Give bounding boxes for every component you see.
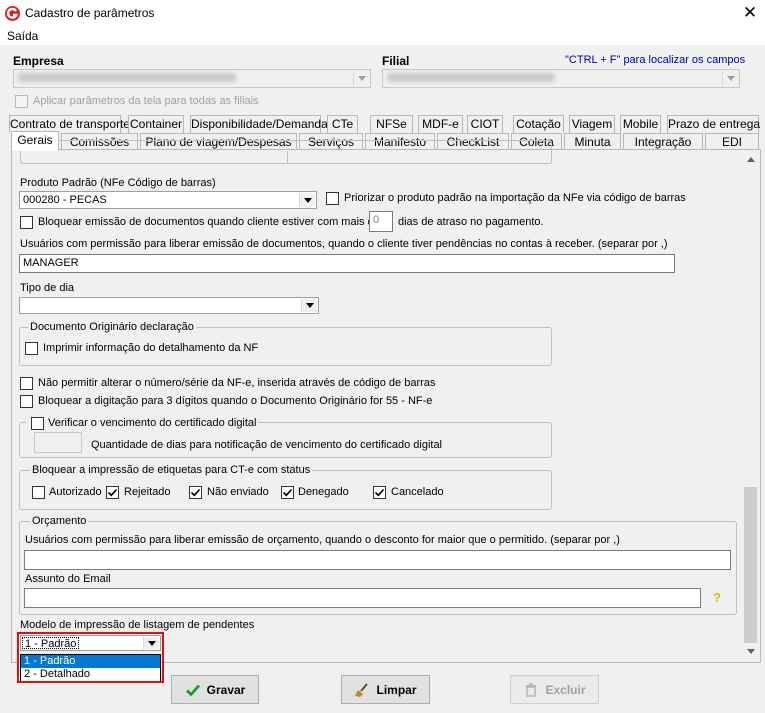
nao-enviado-checkbox[interactable] bbox=[189, 486, 202, 499]
priorizar-checkbox[interactable] bbox=[326, 192, 339, 205]
modelo-impressao-label: Modelo de impressão de listagem de pende… bbox=[20, 619, 255, 631]
usuarios-label: Usuários com permissão para liberar emis… bbox=[20, 238, 668, 250]
denegado-label: Denegado bbox=[298, 486, 349, 498]
checkmark-icon bbox=[185, 684, 200, 697]
scroll-up-icon[interactable] bbox=[742, 151, 759, 168]
autorizado-checkbox[interactable] bbox=[32, 486, 45, 499]
imprimir-label: Imprimir informação do detalhamento da N… bbox=[43, 342, 259, 354]
limpar-button[interactable]: Limpar bbox=[341, 675, 430, 704]
checkmark-icon bbox=[374, 488, 385, 497]
tipo-dia-label: Tipo de dia bbox=[20, 282, 75, 294]
rejeitado-label: Rejeitado bbox=[124, 486, 171, 498]
tab-cte[interactable]: CTe bbox=[327, 115, 358, 133]
empresa-select[interactable] bbox=[13, 69, 371, 88]
produto-value: 000280 - PECAS bbox=[23, 194, 107, 206]
menu-item-saida[interactable]: Saída bbox=[7, 29, 38, 43]
qtd-dias-input[interactable] bbox=[34, 432, 82, 453]
orcamento-usuarios-input[interactable] bbox=[24, 550, 731, 570]
dias-atraso-suffix: dias de atraso no pagamento. bbox=[398, 216, 544, 228]
qtd-dias-label: Quantidade de dias para notificação de v… bbox=[91, 439, 443, 451]
excluir-button[interactable]: Excluir bbox=[510, 675, 599, 704]
partial-group bbox=[20, 140, 552, 164]
nao-permitir-label: Não permitir alterar o número/série da N… bbox=[38, 377, 436, 389]
tab-disponibilidade[interactable]: Disponibilidade/Demanda bbox=[190, 115, 328, 133]
cancelado-label: Cancelado bbox=[391, 486, 444, 498]
tab-prazo-entrega[interactable]: Prazo de entrega bbox=[667, 115, 760, 133]
trash-icon bbox=[526, 682, 537, 697]
bloquear-emissao-checkbox[interactable] bbox=[20, 216, 33, 229]
rejeitado-checkbox[interactable] bbox=[106, 486, 119, 499]
nao-permitir-checkbox[interactable] bbox=[20, 377, 33, 390]
denegado-checkbox[interactable] bbox=[281, 486, 294, 499]
checkmark-icon bbox=[107, 488, 118, 497]
produto-select[interactable]: 000280 - PECAS bbox=[19, 191, 317, 209]
usuarios-input[interactable]: MANAGER bbox=[19, 254, 675, 273]
tab-container[interactable]: Container bbox=[128, 115, 184, 133]
verificar-certificado-checkbox[interactable] bbox=[31, 417, 44, 430]
limpar-label: Limpar bbox=[376, 682, 417, 697]
broom-icon bbox=[355, 682, 369, 697]
nao-enviado-label: Não enviado bbox=[207, 486, 269, 498]
menu-bar: Saída bbox=[0, 27, 765, 45]
cancelado-checkbox[interactable] bbox=[373, 486, 386, 499]
excluir-label: Excluir bbox=[545, 682, 586, 697]
scroll-down-icon[interactable] bbox=[742, 643, 759, 660]
highlight-frame bbox=[17, 632, 164, 683]
window-title: Cadastro de parâmetros bbox=[25, 6, 155, 20]
tab-viagem[interactable]: Viagem bbox=[569, 115, 615, 133]
filial-label: Filial bbox=[382, 54, 410, 68]
verificar-certificado-label: Verificar o vencimento do certificado di… bbox=[48, 417, 257, 429]
imprimir-checkbox[interactable] bbox=[25, 342, 38, 355]
empresa-blurred-value bbox=[18, 73, 236, 82]
assunto-email-input[interactable] bbox=[24, 588, 701, 608]
help-icon[interactable]: ? bbox=[710, 590, 724, 606]
bloquear-emissao-label: Bloquear emissão de documentos quando cl… bbox=[38, 216, 380, 228]
produto-label: Produto Padrão (NFe Código de barras) bbox=[20, 177, 216, 189]
priorizar-label: Priorizar o produto padrão na importação… bbox=[344, 192, 686, 204]
tab-nfse[interactable]: NFSe bbox=[370, 115, 413, 133]
group-divider bbox=[287, 151, 288, 163]
tab-ciot[interactable]: CIOT bbox=[467, 115, 503, 133]
scroll-thumb[interactable] bbox=[744, 487, 757, 643]
empresa-label: Empresa bbox=[13, 54, 64, 68]
tab-cotacao[interactable]: Cotação bbox=[513, 115, 564, 133]
chevron-down-icon bbox=[299, 193, 315, 207]
gravar-label: Gravar bbox=[206, 682, 246, 697]
tipo-dia-select[interactable] bbox=[19, 297, 319, 314]
orcamento-usuarios-label: Usuários com permissão para liberar emis… bbox=[25, 534, 620, 546]
app-logo-icon bbox=[5, 6, 20, 21]
chevron-down-icon bbox=[353, 71, 369, 86]
chevron-down-icon bbox=[722, 71, 738, 86]
assunto-email-label: Assunto do Email bbox=[25, 573, 111, 585]
doc-originario-group-label: Documento Originário declaração bbox=[28, 321, 196, 333]
bloquear-digitacao-label: Bloquear a digitação para 3 dígitos quan… bbox=[38, 395, 433, 407]
checkmark-icon bbox=[190, 488, 201, 497]
tab-mdfe[interactable]: MDF-e bbox=[418, 115, 463, 133]
close-icon[interactable]: ✕ bbox=[740, 3, 760, 23]
chevron-down-icon bbox=[301, 299, 317, 312]
title-bar: Cadastro de parâmetros ✕ bbox=[0, 0, 765, 27]
tab-mobile[interactable]: Mobile bbox=[620, 115, 661, 133]
dias-atraso-input[interactable]: 0 bbox=[369, 211, 393, 232]
tab-gerais[interactable]: Gerais bbox=[11, 131, 59, 151]
shortcut-hint: "CTRL + F" para localizar os campos bbox=[565, 54, 746, 66]
etiquetas-group-label: Bloquear a impressão de etiquetas para C… bbox=[30, 464, 313, 476]
orcamento-group-label: Orçamento bbox=[30, 515, 89, 527]
gravar-button[interactable]: Gravar bbox=[171, 675, 259, 704]
filial-blurred-value bbox=[387, 73, 555, 82]
bloquear-digitacao-checkbox[interactable] bbox=[20, 395, 33, 408]
autorizado-label: Autorizado bbox=[49, 486, 102, 498]
apply-all-label: Aplicar parâmetros da tela para todas as… bbox=[33, 95, 259, 107]
checkmark-icon bbox=[282, 488, 293, 497]
filial-select[interactable] bbox=[382, 69, 740, 88]
apply-all-checkbox[interactable] bbox=[15, 95, 28, 108]
